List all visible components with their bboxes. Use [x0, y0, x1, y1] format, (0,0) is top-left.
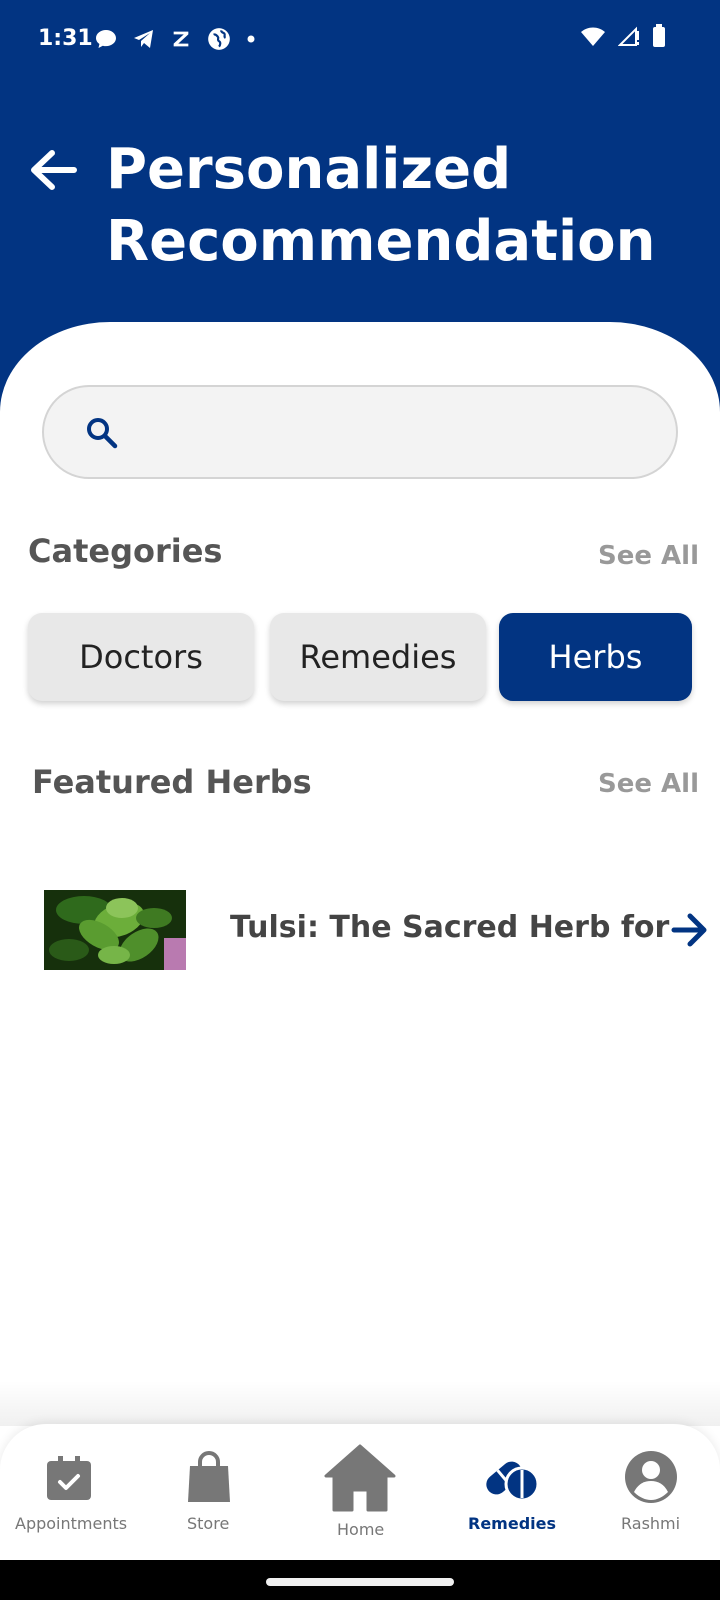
- home-icon: [324, 1444, 396, 1512]
- nav-item-appointments[interactable]: Appointments: [0, 1424, 142, 1560]
- bottom-nav: Appointments Store Home Remedies Rashmi: [0, 1424, 720, 1560]
- category-chip-remedies[interactable]: Remedies: [270, 613, 486, 701]
- wifi-icon: [581, 27, 605, 46]
- nav-label-store: Store: [187, 1514, 230, 1533]
- nav-item-remedies[interactable]: Remedies: [444, 1424, 580, 1560]
- content-panel: [0, 322, 720, 1422]
- pills-icon: [486, 1461, 540, 1502]
- nav-label-profile: Rashmi: [621, 1514, 681, 1533]
- status-time: 1:31: [38, 26, 93, 51]
- search-bar[interactable]: [42, 385, 678, 479]
- telegram-icon: [134, 30, 153, 48]
- system-status-icons: [580, 24, 666, 48]
- nav-label-appointments: Appointments: [15, 1514, 128, 1533]
- tulsi-leaves-image: [44, 890, 186, 970]
- back-arrow-icon[interactable]: [28, 148, 78, 192]
- signal-icon: [618, 26, 639, 46]
- featured-herbs-title: Featured Herbs: [32, 763, 312, 801]
- nav-label-home: Home: [337, 1520, 385, 1539]
- category-chip-doctors[interactable]: Doctors: [28, 613, 254, 701]
- account-circle-icon: [625, 1451, 677, 1503]
- system-navigation-bar: [0, 1560, 720, 1600]
- list-item[interactable]: Tulsi: The Sacred Herb for: [44, 890, 720, 970]
- home-gesture-handle[interactable]: [266, 1578, 454, 1586]
- notification-icons: [94, 26, 256, 52]
- nav-item-profile[interactable]: Rashmi: [580, 1424, 720, 1560]
- nav-label-remedies: Remedies: [468, 1514, 557, 1533]
- category-chip-herbs[interactable]: Herbs: [499, 613, 692, 701]
- search-input[interactable]: [136, 407, 646, 459]
- categories-see-all-link[interactable]: See All: [598, 541, 699, 571]
- battery-icon: [653, 24, 665, 47]
- bottom-nav-shadow: [0, 1380, 720, 1426]
- shopping-bag-icon: [188, 1451, 230, 1502]
- calendar-check-icon: [47, 1456, 91, 1500]
- nav-item-home[interactable]: Home: [290, 1424, 430, 1560]
- message-icon: [96, 30, 116, 48]
- page-title: Personalized Recommendation: [106, 137, 656, 274]
- dot-icon: [247, 35, 255, 43]
- categories-title: Categories: [28, 532, 223, 570]
- status-bar: 1:31: [0, 0, 720, 80]
- globe-app-icon: [208, 28, 230, 50]
- z-app-icon: [173, 31, 189, 47]
- search-icon: [87, 418, 118, 449]
- arrow-right-icon[interactable]: [670, 910, 710, 950]
- featured-see-all-link[interactable]: See All: [598, 769, 699, 799]
- nav-item-store[interactable]: Store: [142, 1424, 274, 1560]
- herb-title: Tulsi: The Sacred Herb for: [230, 910, 670, 945]
